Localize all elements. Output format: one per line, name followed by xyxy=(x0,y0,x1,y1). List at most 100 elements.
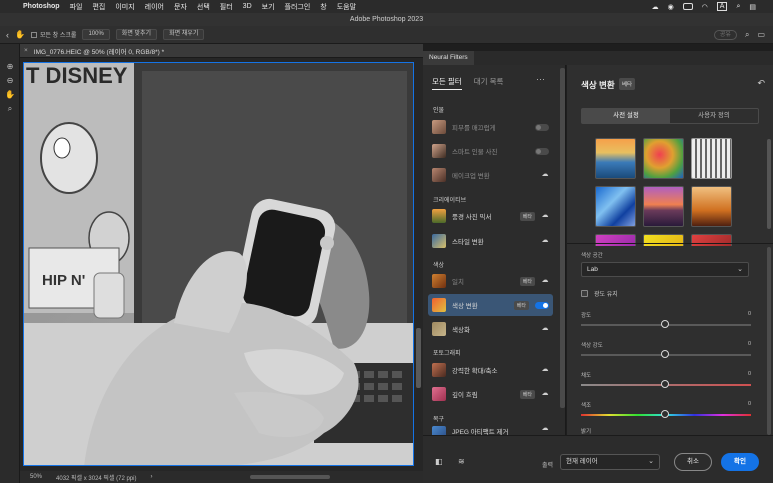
status-zoom[interactable]: 50% xyxy=(30,474,42,480)
color-intensity-slider[interactable]: 색상 강도 0 xyxy=(581,341,751,358)
compare-view-icon[interactable]: ◧ xyxy=(435,457,443,466)
tab-waitlist[interactable]: 대기 목록 xyxy=(474,76,504,90)
add-icon[interactable]: ⊕ xyxy=(5,62,15,72)
zoom-tool-icon[interactable]: ⌕ xyxy=(5,104,15,114)
menu-image[interactable]: 이미지 xyxy=(110,2,139,12)
layers-preview-icon[interactable]: ≋ xyxy=(458,457,465,466)
preset-thumbnail[interactable] xyxy=(691,138,732,179)
slider-value[interactable]: 0 xyxy=(748,371,751,377)
filter-makeup-transfer[interactable]: 메이크업 변환 ☁ xyxy=(428,164,553,186)
hand-tool-icon[interactable]: ✋ xyxy=(15,30,25,39)
slider-knob[interactable] xyxy=(661,410,669,418)
cloud-download-icon[interactable]: ☁ xyxy=(541,212,549,219)
tab-all-filters[interactable]: 모든 필터 xyxy=(432,76,462,90)
menu-select[interactable]: 선택 xyxy=(192,2,215,12)
filter-smart-portrait[interactable]: 스마트 인물 사진 xyxy=(428,140,553,162)
cloud-download-icon[interactable]: ☁ xyxy=(541,325,549,332)
menu-window[interactable]: 창 xyxy=(315,2,331,12)
minus-icon[interactable]: ⊖ xyxy=(5,76,15,86)
filter-toggle[interactable] xyxy=(535,147,549,155)
preset-thumbnail[interactable] xyxy=(643,234,684,246)
hand-tool-icon[interactable]: ✋ xyxy=(5,90,15,100)
filter-toggle[interactable] xyxy=(535,123,549,131)
preset-thumbnail[interactable] xyxy=(595,138,636,179)
filter-list-scrollbar[interactable] xyxy=(560,68,565,408)
wifi-icon[interactable]: ◠ xyxy=(702,3,708,11)
cloud-download-icon[interactable]: ☁ xyxy=(541,425,549,432)
menu-app-name[interactable]: Photoshop xyxy=(18,3,65,10)
fit-screen-button[interactable]: 화면 맞추기 xyxy=(115,29,158,40)
settings-scrollbar[interactable] xyxy=(767,247,771,435)
slider-value[interactable]: 0 xyxy=(748,311,751,317)
cloud-download-icon[interactable]: ☁ xyxy=(541,366,549,373)
checkbox-box[interactable] xyxy=(581,290,588,297)
canvas-area[interactable]: T DISNEY HIP N' xyxy=(20,58,423,471)
cloud-download-icon[interactable]: ☁ xyxy=(541,237,549,244)
saturation-slider[interactable]: 채도 0 xyxy=(581,371,751,388)
menu-type[interactable]: 문자 xyxy=(169,2,192,12)
control-center-icon[interactable]: ▤ xyxy=(749,3,756,11)
color-space-select[interactable]: Lab ⌄ xyxy=(581,262,749,277)
menu-view[interactable]: 보기 xyxy=(257,2,280,12)
brightness-slider[interactable]: 밝기 xyxy=(581,427,751,435)
slider-knob[interactable] xyxy=(661,320,669,328)
filter-style-transfer[interactable]: 스타일 변환 ☁ xyxy=(428,230,553,252)
input-source-icon[interactable]: A xyxy=(716,2,728,11)
recording-icon[interactable]: ◉ xyxy=(668,3,674,11)
ok-button[interactable]: 확인 xyxy=(721,453,759,471)
slider-knob[interactable] xyxy=(661,380,669,388)
creative-cloud-icon[interactable]: ☁ xyxy=(652,3,659,11)
preset-thumbnail[interactable] xyxy=(691,186,732,227)
filter-toggle[interactable] xyxy=(535,301,549,309)
menu-filter[interactable]: 필터 xyxy=(215,2,238,12)
cloud-download-icon[interactable]: ☁ xyxy=(541,390,549,397)
tab-custom[interactable]: 사용자 정의 xyxy=(670,109,758,123)
filter-list-scrollbar-thumb[interactable] xyxy=(560,68,565,408)
status-chevron-icon[interactable]: › xyxy=(150,474,152,480)
preset-scrollbar[interactable] xyxy=(767,139,771,229)
filter-color-transfer[interactable]: 색상 변환 베타 xyxy=(428,294,553,316)
share-button[interactable]: 공유 xyxy=(713,29,737,40)
checkbox-box[interactable] xyxy=(30,32,37,39)
filter-jpeg-artifacts[interactable]: JPEG 아티팩트 제거 ☁ xyxy=(428,424,553,435)
preset-thumbnail[interactable] xyxy=(595,234,636,246)
preset-thumbnail[interactable] xyxy=(643,138,684,179)
workspace-icon[interactable]: ▭ xyxy=(757,30,765,39)
search-icon[interactable]: ⌕ xyxy=(736,3,740,11)
scroll-all-windows-checkbox[interactable]: 모든 창 스크롤 xyxy=(30,30,76,39)
status-doc-info[interactable]: 4032 픽셀 x 3024 픽셀 (72 ppi) xyxy=(56,473,136,482)
fill-screen-button[interactable]: 화면 채우기 xyxy=(163,29,205,40)
luminance-slider[interactable]: 광도 0 xyxy=(581,311,751,328)
filter-landscape-mixer[interactable]: 풍경 사진 믹서 베타 ☁ xyxy=(428,205,553,227)
filter-colorize[interactable]: 색상화 ☁ xyxy=(428,318,553,340)
slider-value[interactable]: 0 xyxy=(748,341,751,347)
menu-file[interactable]: 파일 xyxy=(65,2,88,12)
preset-thumbnail[interactable] xyxy=(643,186,684,227)
search-icon[interactable]: ⌕ xyxy=(745,30,749,40)
output-select[interactable]: 현재 레이어 ⌄ xyxy=(560,454,660,470)
reset-icon[interactable]: ↶ xyxy=(757,78,765,89)
preserve-luminance-checkbox[interactable]: 광도 유지 xyxy=(581,289,618,298)
cloud-download-icon[interactable]: ☁ xyxy=(541,277,549,284)
slider-knob[interactable] xyxy=(661,350,669,358)
canvas-horizontal-scrollbar[interactable] xyxy=(250,475,330,479)
preset-thumbnail[interactable] xyxy=(595,186,636,227)
document-tab[interactable]: × IMG_0776.HEIC @ 50% (레이어 0, RGB/8*) * xyxy=(20,44,423,58)
document-image[interactable]: T DISNEY HIP N' xyxy=(23,62,414,466)
tab-presets[interactable]: 사전 설정 xyxy=(582,109,670,123)
hue-slider[interactable]: 색조 0 xyxy=(581,401,751,418)
menu-edit[interactable]: 편집 xyxy=(87,2,110,12)
menu-plugins[interactable]: 플러그인 xyxy=(280,2,316,12)
canvas-vertical-scrollbar-thumb[interactable] xyxy=(416,328,421,388)
menu-help[interactable]: 도움말 xyxy=(332,2,361,12)
filter-harmonize[interactable]: 일치 베타 ☁ xyxy=(428,270,553,292)
battery-icon[interactable] xyxy=(682,3,693,10)
cloud-download-icon[interactable]: ☁ xyxy=(541,171,549,178)
ellipsis-icon[interactable]: ··· xyxy=(536,74,545,84)
slider-value[interactable]: 0 xyxy=(748,401,751,407)
menu-layer[interactable]: 레이어 xyxy=(140,2,169,12)
cancel-button[interactable]: 취소 xyxy=(674,453,712,471)
filter-depth-blur[interactable]: 깊이 흐림 베타 ☁ xyxy=(428,383,553,405)
zoom-100-button[interactable]: 100% xyxy=(82,29,110,40)
menu-3d[interactable]: 3D xyxy=(238,3,257,10)
